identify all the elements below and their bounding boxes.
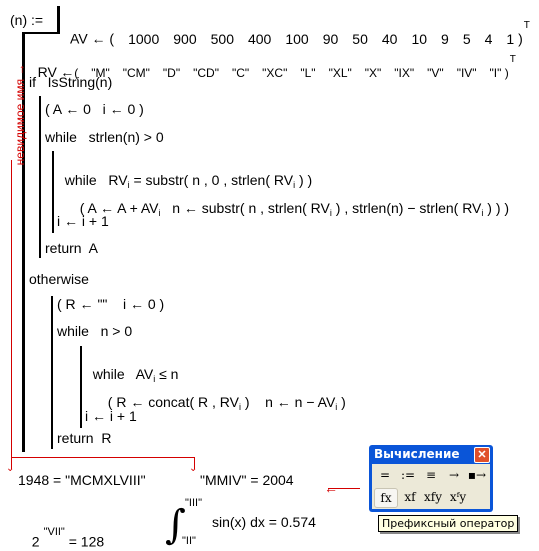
vector-element: 4 (484, 30, 493, 47)
if-increment: i ← i + 1 (57, 213, 109, 229)
evaluation-toolbar: Вычисление ✕ = := ≡ → ▪→ fx xf xfy xᶠy (369, 445, 493, 512)
vector-element: "IX" (394, 66, 415, 80)
keyword-symbolic-button[interactable]: ▪→ (466, 466, 488, 484)
program-bar-while-if (52, 151, 54, 233)
result-to-roman[interactable]: 1948 = "MCMXLVIII" (18, 472, 146, 488)
arrow-down-icon: ⌄ (189, 463, 198, 474)
vector-element: 5 (462, 30, 471, 47)
program-bar-main (57, 6, 60, 34)
define-button[interactable]: := (397, 466, 419, 484)
vector-element: 1 (506, 30, 515, 47)
vector-element: 50 (352, 30, 368, 47)
vector-element: "C" (231, 66, 250, 80)
else-return: return R (57, 430, 112, 446)
vector-element: 400 (247, 30, 272, 47)
infix-operator-button[interactable]: xfy (422, 488, 444, 506)
annotation-line-upper (11, 160, 12, 202)
global-define-button[interactable]: ≡ (420, 466, 442, 484)
symbolic-eval-button[interactable]: → (443, 466, 465, 484)
annotation-line-vertical (11, 200, 12, 451)
vector-element: "IV" (456, 66, 477, 80)
program-bar-else (51, 296, 53, 449)
vector-element: 10 (411, 30, 428, 47)
vector-element: "V" (427, 66, 444, 80)
close-button[interactable]: ✕ (474, 447, 490, 463)
arrow-left-icon: ← (324, 480, 338, 496)
vector-element: "L" (300, 66, 316, 80)
vector-element: "CD" (193, 66, 219, 80)
toolbar-body: = := ≡ → ▪→ fx xf xfy xᶠy (372, 464, 490, 509)
result-from-roman[interactable]: "MMIV" = 2004 (200, 472, 294, 488)
av-vector-values: 1000 900 500 400 100 90 50 40 10 9 5 4 1 (114, 31, 514, 47)
vector-element: 9 (441, 30, 449, 47)
vector-element: "I" (489, 66, 502, 80)
vector-element: 1000 (128, 30, 160, 47)
else-init: ( R ← "" i ← 0 ) (57, 296, 165, 312)
vector-element: "XC" (262, 66, 288, 80)
tooltip: Префиксный оператор (378, 515, 519, 532)
function-head: (n) := (10, 12, 44, 28)
vector-element: 100 (285, 30, 309, 47)
vector-element: "X" (364, 66, 382, 80)
if-init: ( A ← 0 i ← 0 ) (45, 101, 144, 117)
else-increment: i ← i + 1 (85, 408, 137, 424)
treefix-operator-button[interactable]: xᶠy (447, 488, 469, 506)
otherwise-statement: otherwise (29, 271, 89, 287)
prefix-operator-button[interactable]: fx (374, 488, 398, 508)
vector-element: 40 (381, 30, 398, 47)
toolbar-title: Вычисление (374, 447, 460, 461)
vector-element: 90 (322, 30, 339, 47)
if-while-outer: while strlen(n) > 0 (45, 129, 164, 145)
vector-element: "XL" (328, 66, 352, 80)
arrow-down-icon: ⌄ (6, 463, 15, 474)
postfix-operator-button[interactable]: xf (399, 488, 421, 506)
result-power[interactable]: 2"VII" = 128 (24, 514, 104, 550)
if-loop-body: ( A ← A + AVi n ← substr( n , strlen( RV… (79, 200, 510, 218)
program-bar-if (39, 96, 41, 258)
invisible-name-label: невидимое имя → (13, 63, 27, 166)
if-return: return A (45, 240, 98, 256)
vector-element: 900 (173, 30, 197, 47)
vector-element: "CM" (122, 66, 150, 80)
else-while-outer: while n > 0 (57, 323, 133, 339)
result-integral[interactable]: sin(x) dx = 0.574 (212, 514, 316, 530)
integral-upper-limit: "III" (185, 497, 202, 509)
if-statement: if IsString(n) (29, 74, 113, 90)
toolbar-titlebar[interactable]: Вычисление ✕ (369, 445, 493, 464)
evaluate-button[interactable]: = (374, 466, 396, 484)
annotation-line-horizontal (11, 457, 195, 458)
program-bar-corner (22, 32, 59, 34)
vector-element: "D" (162, 66, 181, 80)
rv-vector-values: "M" "CM" "D" "CD" "C" "XC" "L" "XL" "X" "IX" "V" "I… (78, 66, 501, 80)
av-definition: AV ← (1000 900 500 400 100 90 50 40 10 9 5 4 1 )T (70, 20, 530, 47)
program-bar-while-else (80, 346, 82, 428)
integral-lower-limit: "II" (182, 535, 196, 547)
vector-element: 500 (210, 30, 234, 47)
